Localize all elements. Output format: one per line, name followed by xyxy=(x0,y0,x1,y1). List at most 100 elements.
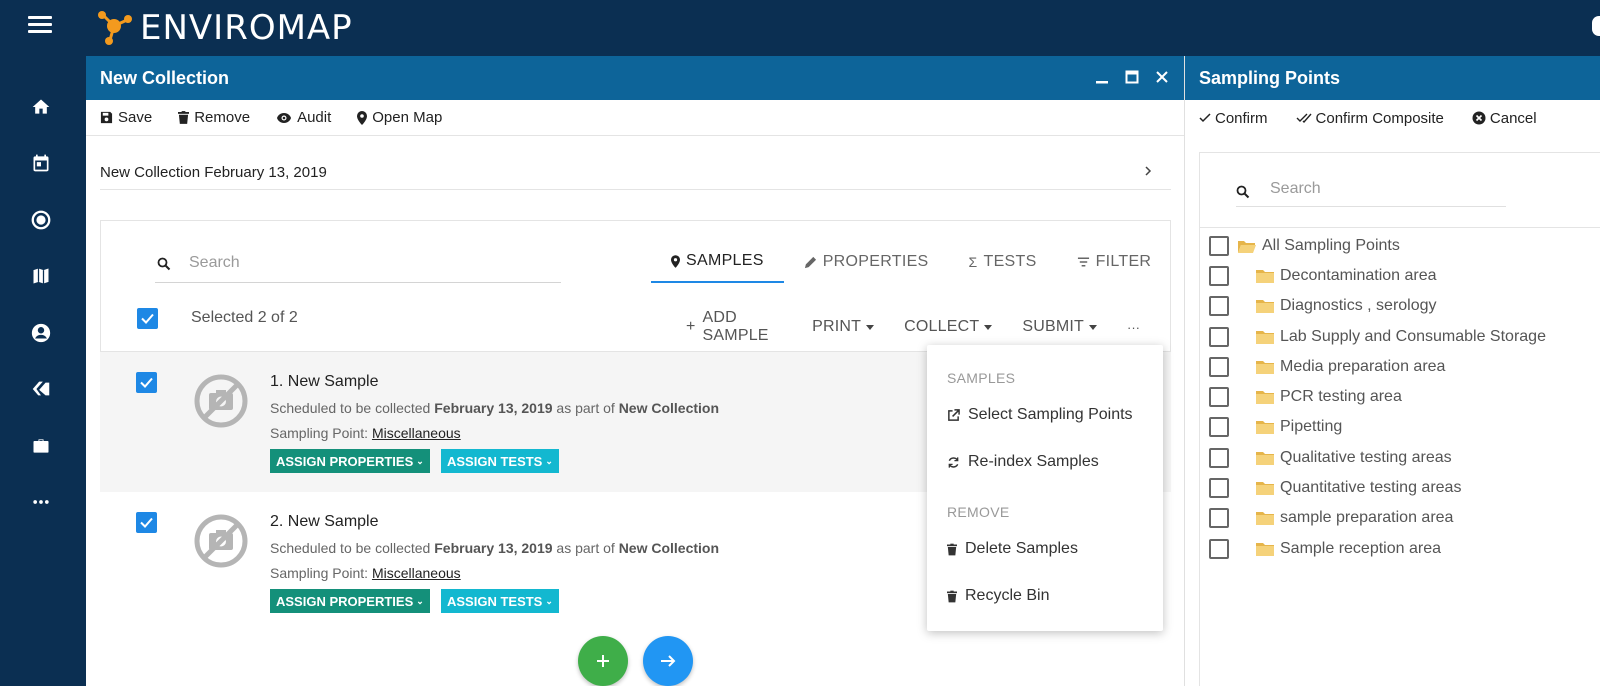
confirm-button[interactable]: Confirm xyxy=(1199,110,1268,127)
tab-filter[interactable]: FILTER xyxy=(1057,241,1172,283)
tree-item: Qualitative testing areas xyxy=(1209,446,1452,470)
desc-mid: as part of xyxy=(552,400,619,416)
chevron-right-icon xyxy=(1145,166,1152,176)
desc-prefix: Scheduled to be collected xyxy=(270,540,435,556)
sidebar-more-icon[interactable] xyxy=(28,489,54,515)
menu-item-recycle-bin[interactable]: Recycle Bin xyxy=(947,587,1049,605)
tree-checkbox[interactable] xyxy=(1209,539,1229,559)
tab-filter-label: FILTER xyxy=(1095,253,1152,270)
brand-name: ENVIROMAP xyxy=(140,8,353,48)
tab-samples[interactable]: SAMPLES xyxy=(651,241,784,283)
checkmark-icon xyxy=(140,377,153,388)
notifications-icon[interactable] xyxy=(1592,16,1600,36)
tree-checkbox[interactable] xyxy=(1209,448,1229,468)
menu-item-label: Delete Samples xyxy=(965,540,1078,557)
caret-down-icon xyxy=(984,324,993,330)
menu-item-label: Re-index Samples xyxy=(968,453,1099,470)
menu-item-delete-samples[interactable]: Delete Samples xyxy=(947,540,1078,558)
sample-description: Scheduled to be collected February 13, 2… xyxy=(270,400,719,416)
assign-properties-button[interactable]: ASSIGN PROPERTIES ⌄ xyxy=(270,449,430,473)
tree-checkbox[interactable] xyxy=(1209,508,1229,528)
tab-tests[interactable]: Σ TESTS xyxy=(949,241,1057,283)
sample-checkbox[interactable] xyxy=(136,512,157,533)
sample-name: 1. New Sample xyxy=(270,373,379,390)
hamburger-menu-icon[interactable] xyxy=(28,16,52,34)
top-app-bar: ENVIROMAP xyxy=(0,0,1600,56)
collect-menu-button[interactable]: COLLECT xyxy=(904,318,993,336)
tree-item-label[interactable]: sample preparation area xyxy=(1280,509,1453,527)
maximize-icon[interactable] xyxy=(1124,68,1140,86)
tree-checkbox[interactable] xyxy=(1209,478,1229,498)
next-fab-button[interactable] xyxy=(643,636,693,686)
sampling-point-link[interactable]: Miscellaneous xyxy=(372,565,461,581)
assign-properties-button[interactable]: ASSIGN PROPERTIES ⌄ xyxy=(270,589,430,613)
menu-section-remove: REMOVE xyxy=(947,504,1010,520)
tree-checkbox[interactable] xyxy=(1209,387,1229,407)
assign-tests-button[interactable]: ASSIGN TESTS ⌄ xyxy=(441,449,559,473)
collect-dropdown-menu: SAMPLES Select Sampling Points Re-index … xyxy=(927,345,1163,631)
save-button[interactable]: Save xyxy=(100,109,152,126)
tree-item-label[interactable]: Quantitative testing areas xyxy=(1280,479,1461,497)
minimize-icon[interactable] xyxy=(1094,68,1110,86)
sample-description: Scheduled to be collected February 13, 2… xyxy=(270,540,719,556)
collection-name-row[interactable]: New Collection February 13, 2019 xyxy=(100,156,1171,190)
sample-date: February 13, 2019 xyxy=(434,400,553,416)
open-map-button[interactable]: Open Map xyxy=(357,109,442,126)
sp-search-container xyxy=(1199,152,1600,228)
tree-checkbox[interactable] xyxy=(1209,357,1229,377)
sidebar-map-icon[interactable] xyxy=(28,263,54,289)
select-all-checkbox[interactable] xyxy=(137,308,158,329)
cancel-circle-icon xyxy=(1472,111,1486,125)
more-actions-button[interactable]: ··· xyxy=(1127,320,1140,335)
tree-item-label[interactable]: Lab Supply and Consumable Storage xyxy=(1280,328,1546,346)
remove-button[interactable]: Remove xyxy=(178,109,250,126)
filter-icon xyxy=(1077,257,1089,267)
sidebar-briefcase-icon[interactable] xyxy=(28,433,54,459)
chevron-down-icon: ⌄ xyxy=(545,455,553,466)
tree-item-label[interactable]: Pipetting xyxy=(1280,418,1342,436)
samples-tabs: SAMPLES PROPERTIES Σ TESTS FILTER xyxy=(651,241,1171,283)
submit-menu-button[interactable]: SUBMIT xyxy=(1022,318,1097,336)
tree-checkbox[interactable] xyxy=(1209,296,1229,316)
no-photo-icon[interactable] xyxy=(194,514,248,568)
tree-item-label[interactable]: PCR testing area xyxy=(1280,388,1402,406)
tree-checkbox[interactable] xyxy=(1209,266,1229,286)
caret-down-icon xyxy=(1089,324,1097,330)
tab-properties[interactable]: PROPERTIES xyxy=(784,241,949,283)
confirm-composite-button[interactable]: Confirm Composite xyxy=(1296,110,1444,127)
remove-label: Remove xyxy=(194,109,251,126)
menu-item-select-sampling-points[interactable]: Select Sampling Points xyxy=(947,406,1133,424)
samples-search-input[interactable] xyxy=(189,251,549,275)
audit-button[interactable]: Audit xyxy=(276,109,331,126)
menu-item-reindex-samples[interactable]: Re-index Samples xyxy=(947,453,1099,471)
add-sample-button[interactable]: + ADD SAMPLE xyxy=(686,309,782,345)
print-menu-button[interactable]: PRINT xyxy=(812,318,875,336)
tab-tests-label: TESTS xyxy=(983,253,1037,270)
assign-tests-button[interactable]: ASSIGN TESTS ⌄ xyxy=(441,589,559,613)
close-icon[interactable] xyxy=(1154,68,1170,86)
sidebar-tags-icon[interactable] xyxy=(28,376,54,402)
sidebar-target-icon[interactable] xyxy=(28,207,54,233)
sampling-point-link[interactable]: Miscellaneous xyxy=(372,425,461,441)
sample-checkbox[interactable] xyxy=(136,372,157,393)
tree-item-label[interactable]: All Sampling Points xyxy=(1262,237,1400,255)
sp-search-input[interactable] xyxy=(1270,177,1500,201)
tree-checkbox[interactable] xyxy=(1209,327,1229,347)
tree-item-label[interactable]: Qualitative testing areas xyxy=(1280,449,1452,467)
trash-icon xyxy=(947,543,957,555)
tree-item-label[interactable]: Diagnostics , serology xyxy=(1280,297,1437,315)
tree-item-label[interactable]: Sample reception area xyxy=(1280,540,1441,558)
sidebar-account-icon[interactable] xyxy=(28,320,54,346)
no-photo-icon[interactable] xyxy=(194,374,248,428)
cancel-button[interactable]: Cancel xyxy=(1472,110,1537,127)
chevron-down-icon: ⌄ xyxy=(416,455,424,466)
tree-item-label[interactable]: Media preparation area xyxy=(1280,358,1445,376)
selection-count: Selected 2 of 2 xyxy=(191,309,298,326)
tree-checkbox[interactable] xyxy=(1209,417,1229,437)
sidebar-home-icon[interactable] xyxy=(28,94,54,120)
tree-checkbox[interactable] xyxy=(1209,236,1229,256)
sidebar-calendar-icon[interactable] xyxy=(28,150,54,176)
add-fab-button[interactable] xyxy=(578,636,628,686)
folder-icon xyxy=(1256,543,1274,556)
tree-item-label[interactable]: Decontamination area xyxy=(1280,267,1437,285)
